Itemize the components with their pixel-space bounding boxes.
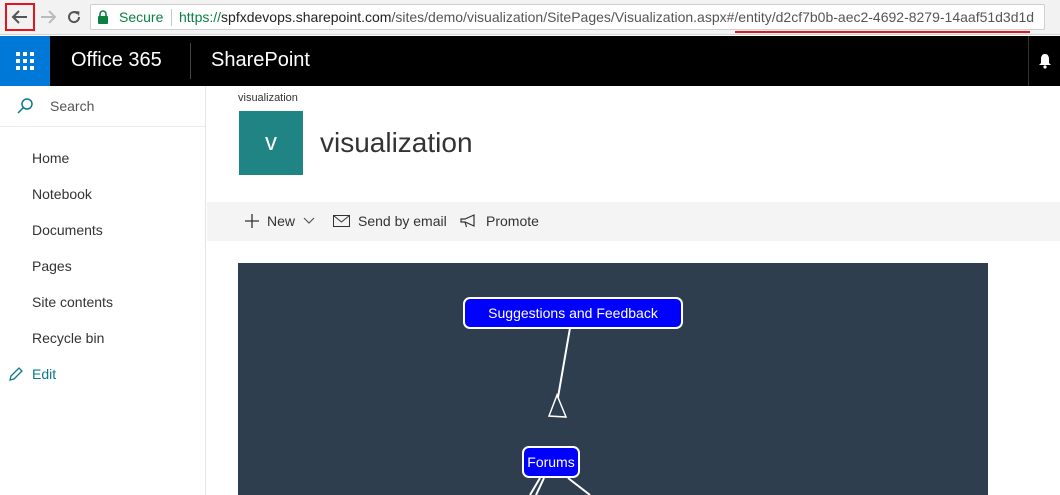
office365-brand[interactable]: Office 365 [71,49,162,72]
new-button[interactable]: New [245,213,315,229]
secure-label: Secure [119,9,164,25]
waffle-icon [16,52,34,70]
breadcrumb[interactable]: visualization [238,92,298,104]
mail-icon [333,215,350,227]
new-label: New [267,213,296,229]
visualization-canvas[interactable]: Suggestions and Feedback Forums [238,263,988,495]
back-button[interactable] [5,3,35,31]
url-host: spfxdevops.sharepoint.com [221,9,392,25]
send-by-email-label: Send by email [358,213,447,229]
node-label: Suggestions and Feedback [488,305,659,321]
promote-button[interactable]: Promote [460,213,539,229]
address-divider [171,9,172,26]
browser-toolbar: Secure https://spfxdevops.sharepoint.com… [0,0,1060,35]
graph-edge [556,327,571,404]
nav-item-site-contents[interactable]: Site contents [32,294,113,310]
nav-item-documents[interactable]: Documents [32,222,103,238]
search-box[interactable]: Search [0,86,205,127]
site-logo-letter: v [265,129,277,156]
graph-node-forums[interactable]: Forums [522,446,580,478]
url-highlight-underline [735,31,1030,33]
sharepoint-brand[interactable]: SharePoint [211,49,310,72]
arrow-left-icon [11,10,27,24]
site-logo[interactable]: v [239,111,303,175]
reload-button[interactable] [61,4,87,30]
suite-bar: Office 365 SharePoint [0,36,1060,86]
notifications-button[interactable] [1028,36,1060,86]
nav-item-recycle-bin[interactable]: Recycle bin [32,330,104,346]
nav-item-notebook[interactable]: Notebook [32,186,92,202]
graph-svg: Suggestions and Feedback Forums [463,297,683,495]
graph-edge [535,477,545,495]
promote-label: Promote [486,213,539,229]
edge-arrowhead [547,392,568,418]
nav-item-pages[interactable]: Pages [32,258,72,274]
url-protocol: https:// [179,9,222,25]
edit-links-button[interactable]: Edit [8,366,56,382]
forward-button[interactable] [35,4,61,30]
url-text[interactable]: https://spfxdevops.sharepoint.com/sites/… [179,9,1034,25]
plus-icon [245,214,259,228]
command-bar: New Send by email Promote [207,202,1060,241]
graph-node-suggestions[interactable]: Suggestions and Feedback [463,297,683,329]
arrow-right-icon [41,10,57,24]
node-label: Forums [527,454,574,470]
nav-item-home[interactable]: Home [32,150,69,166]
reload-icon [68,11,81,24]
site-title[interactable]: visualization [320,127,473,159]
edit-label: Edit [32,366,57,382]
graph-edge [529,477,541,495]
app-launcher-button[interactable] [0,36,50,86]
pencil-icon [9,367,23,381]
send-by-email-button[interactable]: Send by email [333,213,447,229]
suite-divider [190,43,191,79]
search-icon [17,98,33,114]
left-navigation: Search Home Notebook Documents Pages Sit… [0,86,206,495]
url-path: /sites/demo/visualization/SitePages/Visu… [391,9,1035,25]
megaphone-icon [460,214,475,228]
graph-edge [567,477,591,495]
bell-icon [1039,54,1051,69]
search-placeholder: Search [50,98,95,114]
lock-icon [98,10,108,24]
chevron-down-icon [303,217,315,224]
address-bar[interactable]: Secure https://spfxdevops.sharepoint.com… [90,4,1045,33]
